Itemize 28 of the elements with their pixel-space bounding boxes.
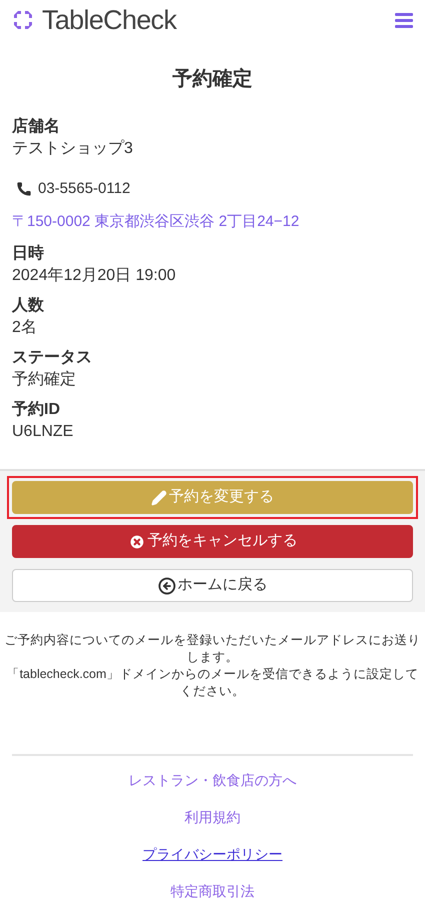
close-icon xyxy=(128,532,146,550)
footer-link[interactable]: プライバシーポリシー xyxy=(142,844,282,865)
address-link[interactable]: 〒150-0002 東京都渋谷区渋谷 2丁目24−12 xyxy=(12,210,413,233)
page-title: 予約確定 xyxy=(172,66,254,92)
back-icon xyxy=(158,576,176,594)
field-value: 2024年12月20日 19:00 xyxy=(12,266,177,286)
phone-icon xyxy=(16,181,32,198)
footer-link[interactable]: レストラン・飲食店の方へ xyxy=(128,770,296,791)
field-value: 2名 xyxy=(12,318,38,338)
field-label: ステータス xyxy=(12,348,93,368)
cancel-reservation-button[interactable]: 予約をキャンセルする xyxy=(12,525,413,558)
pencil-icon xyxy=(151,490,167,506)
field-value: 予約確定 xyxy=(12,370,77,390)
field-label: 店舗名 xyxy=(12,116,61,137)
notice-text: ご予約内容についてのメールを登録いただいたメールアドレスにお送りします。 xyxy=(4,632,421,666)
field-label: 日時 xyxy=(12,244,45,264)
phone-number[interactable]: 03-5565-0112 xyxy=(38,178,130,200)
logo-text: TableCheck xyxy=(42,4,176,37)
field-value: テストショップ3 xyxy=(12,138,134,159)
footer-link[interactable]: 利用規約 xyxy=(184,807,240,828)
field-value: U6LNZE xyxy=(12,422,74,442)
field-label: 予約ID xyxy=(12,400,61,420)
logo-icon xyxy=(12,9,34,31)
field-label: 人数 xyxy=(12,296,45,316)
notice-text: 「tablecheck.com」ドメインからのメールを受信できるように設定してください。 xyxy=(6,666,420,700)
footer-link[interactable]: 特定商取引法 xyxy=(170,881,254,902)
menu-icon[interactable] xyxy=(395,12,413,28)
home-button[interactable]: ホームに戻る xyxy=(12,569,413,602)
